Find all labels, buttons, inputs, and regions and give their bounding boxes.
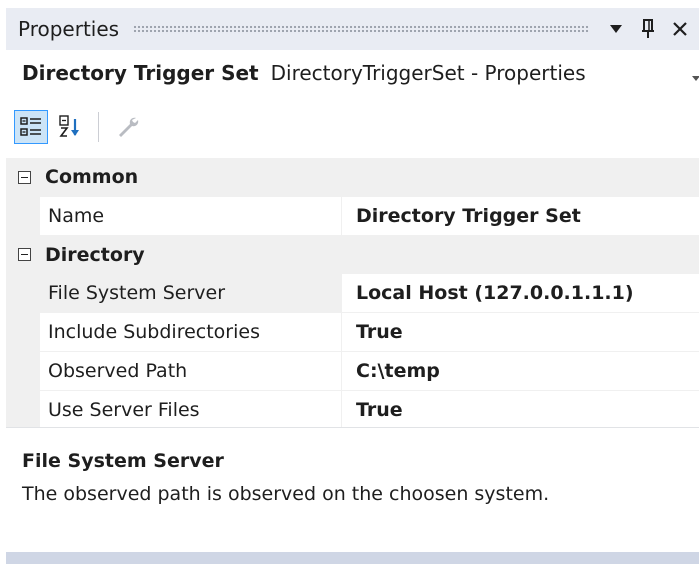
property-name: Use Server Files xyxy=(40,390,342,430)
property-value[interactable]: True xyxy=(342,313,699,352)
category-row-common[interactable]: Common xyxy=(6,158,699,197)
wrench-icon[interactable] xyxy=(111,110,145,144)
bottom-strip xyxy=(6,552,699,564)
drag-grip[interactable] xyxy=(133,24,589,34)
pin-icon[interactable] xyxy=(635,14,661,44)
close-icon[interactable] xyxy=(667,14,693,44)
property-value[interactable]: True xyxy=(342,391,699,430)
dropdown-arrow-icon[interactable] xyxy=(603,14,629,44)
property-row-observed-path[interactable]: Observed Path C:\temp xyxy=(6,351,699,391)
selector-dropdown-icon[interactable] xyxy=(691,68,699,81)
categorized-icon[interactable] xyxy=(14,110,48,144)
property-name: File System Server xyxy=(40,274,342,314)
property-row-name[interactable]: Name Directory Trigger Set xyxy=(6,196,699,236)
category-row-directory[interactable]: Directory xyxy=(6,235,699,275)
properties-window: Properties Directory Trigger Set Directo… xyxy=(0,0,699,564)
property-name: Name xyxy=(40,196,342,236)
row-gutter xyxy=(6,390,40,430)
property-value[interactable]: Directory Trigger Set xyxy=(342,197,699,236)
category-label: Common xyxy=(45,166,139,189)
collapse-icon[interactable] xyxy=(18,170,31,184)
property-value[interactable]: C:\temp xyxy=(342,352,699,391)
object-selector[interactable]: Directory Trigger Set DirectoryTriggerSe… xyxy=(6,50,699,96)
toolbar-separator xyxy=(98,112,99,142)
selected-object-type: Directory Trigger Set xyxy=(22,61,259,85)
property-grid: Common Name Directory Trigger Set Direct… xyxy=(6,158,699,430)
row-gutter xyxy=(6,351,40,391)
collapse-icon[interactable] xyxy=(18,248,31,262)
property-value[interactable]: Local Host (127.0.0.1.1.1) xyxy=(342,274,699,314)
description-text: The observed path is observed on the cho… xyxy=(22,483,550,505)
property-row-use-server-files[interactable]: Use Server Files True xyxy=(6,390,699,430)
property-name: Observed Path xyxy=(40,351,342,391)
alphabetical-icon[interactable] xyxy=(54,110,88,144)
property-row-include-subdirectories[interactable]: Include Subdirectories True xyxy=(6,313,699,352)
description-pane: File System Server The observed path is … xyxy=(6,427,699,553)
description-title: File System Server xyxy=(22,450,224,472)
window-title: Properties xyxy=(18,17,120,41)
selected-object-name: DirectoryTriggerSet - Properties xyxy=(270,61,586,85)
row-gutter xyxy=(6,313,40,352)
row-gutter xyxy=(6,196,40,236)
category-label: Directory xyxy=(45,243,145,266)
row-gutter xyxy=(6,274,40,314)
property-row-file-system-server[interactable]: File System Server Local Host (127.0.0.1… xyxy=(6,274,699,314)
property-name: Include Subdirectories xyxy=(40,313,342,352)
title-bar[interactable]: Properties xyxy=(6,8,699,50)
properties-toolbar xyxy=(6,96,699,158)
